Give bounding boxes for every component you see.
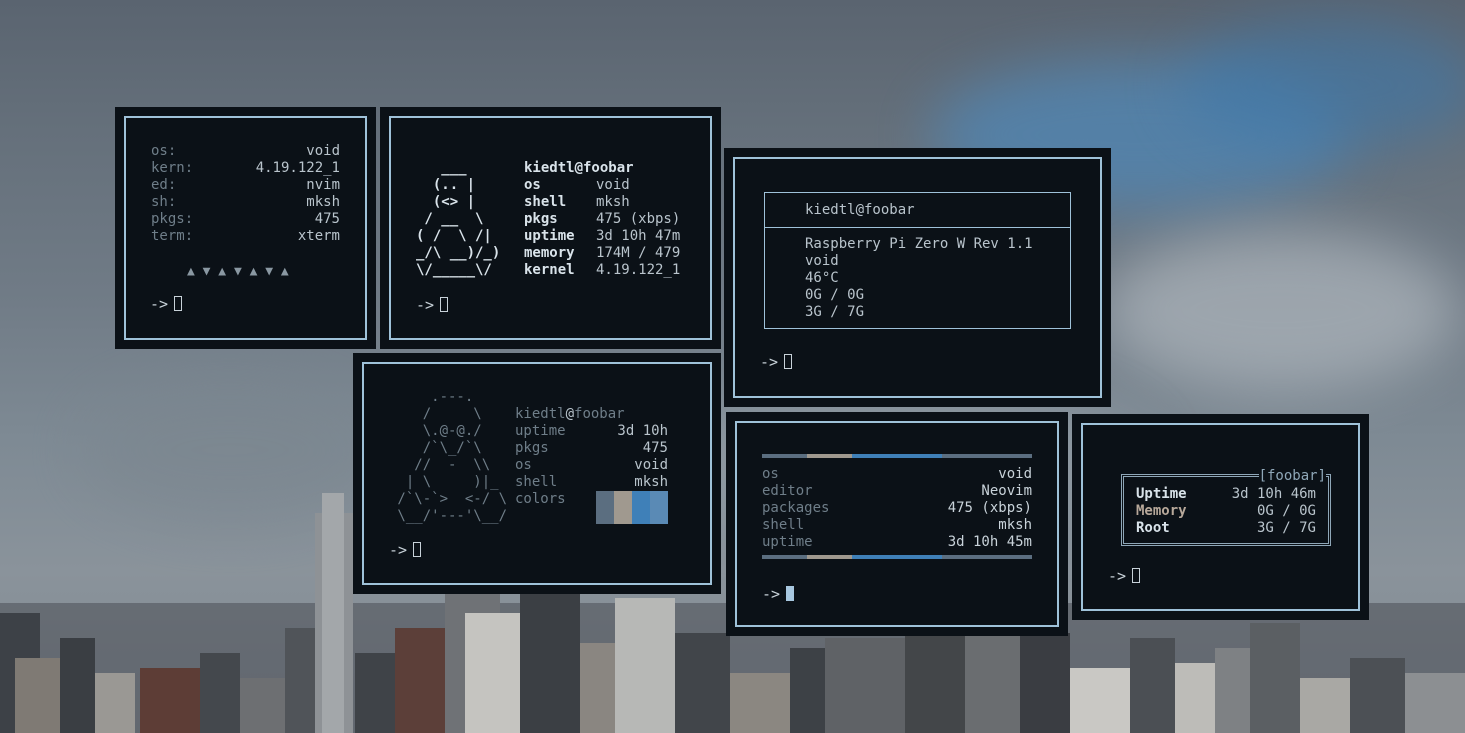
swatch xyxy=(596,491,614,524)
shell-prompt[interactable]: -> xyxy=(760,353,793,371)
cursor xyxy=(413,542,422,557)
info-values: void 4.19.122_1 nvim mksh 475 xterm xyxy=(255,143,340,244)
info-values: void mksh 475 (xbps) 3d 10h 47m 174M / 4… xyxy=(596,177,681,278)
ascii-art: ___ (.. | (<> | / __ \ ( / \ /| _/\ __)/… xyxy=(416,160,501,278)
info-keys: os shell pkgs uptime memory kernel xyxy=(524,177,575,278)
info-keys: Uptime Memory Root xyxy=(1136,486,1187,536)
info-keys: os: kern: ed: sh: pkgs: term: xyxy=(151,143,194,244)
cursor xyxy=(786,586,795,601)
info-keys: uptime pkgs os shell colors xyxy=(515,423,566,507)
color-bar-bottom xyxy=(762,555,1032,559)
swatch xyxy=(632,491,650,524)
shell-prompt[interactable]: -> xyxy=(762,585,795,603)
info-keys: os editor packages shell uptime xyxy=(762,466,830,550)
info-lines: Raspberry Pi Zero W Rev 1.1 void 46°C 0G… xyxy=(805,236,1033,320)
cursor xyxy=(784,354,793,369)
info-box: kiedtl@foobar Raspberry Pi Zero W Rev 1.… xyxy=(764,192,1071,329)
box-title: [foobar] xyxy=(1258,468,1326,485)
shell-prompt[interactable]: -> xyxy=(1108,567,1141,585)
terminal-window-4[interactable]: .---. / \ \.@-@./ /`\_/`\ // - \\ | \ )|… xyxy=(355,355,719,592)
terminal-window-3[interactable]: kiedtl@foobar Raspberry Pi Zero W Rev 1.… xyxy=(726,150,1109,405)
shell-prompt[interactable]: -> xyxy=(416,296,449,314)
swatch xyxy=(650,491,668,524)
color-bar-top xyxy=(762,454,1032,458)
terminal-window-6[interactable]: [foobar] Uptime Memory Root 3d 10h 46m 0… xyxy=(1074,416,1367,618)
cursor xyxy=(1132,568,1141,583)
shell-prompt[interactable]: -> xyxy=(150,295,183,313)
terminal-window-2[interactable]: ___ (.. | (<> | / __ \ ( / \ /| _/\ __)/… xyxy=(382,109,719,347)
terminal-window-5[interactable]: os editor packages shell uptime void Neo… xyxy=(728,414,1066,634)
cursor xyxy=(440,297,449,312)
terminal-window-1[interactable]: os: kern: ed: sh: pkgs: term: void 4.19.… xyxy=(117,109,374,347)
divider xyxy=(765,227,1070,228)
user-host: kiedtl@foobar xyxy=(805,202,915,218)
user-host: kiedtl@foobar xyxy=(524,160,634,176)
info-box: [foobar] Uptime Memory Root 3d 10h 46m 0… xyxy=(1121,468,1331,546)
shell-prompt[interactable]: -> xyxy=(389,541,422,559)
ascii-art: .---. / \ \.@-@./ /`\_/`\ // - \\ | \ )|… xyxy=(397,389,508,524)
info-values: 3d 10h 46m 0G / 0G 3G / 7G xyxy=(1231,486,1316,536)
cursor xyxy=(174,296,183,311)
info-values: 3d 10h 475 void mksh xyxy=(617,423,668,490)
user-host: kiedtl@foobar xyxy=(515,406,625,422)
swatch xyxy=(614,491,632,524)
color-swatches xyxy=(596,491,668,524)
info-values: void Neovim 475 (xbps) mksh 3d 10h 45m xyxy=(947,466,1032,550)
color-triangles: ▲ ▼ ▲ ▼ ▲ ▼ ▲ xyxy=(187,264,289,279)
